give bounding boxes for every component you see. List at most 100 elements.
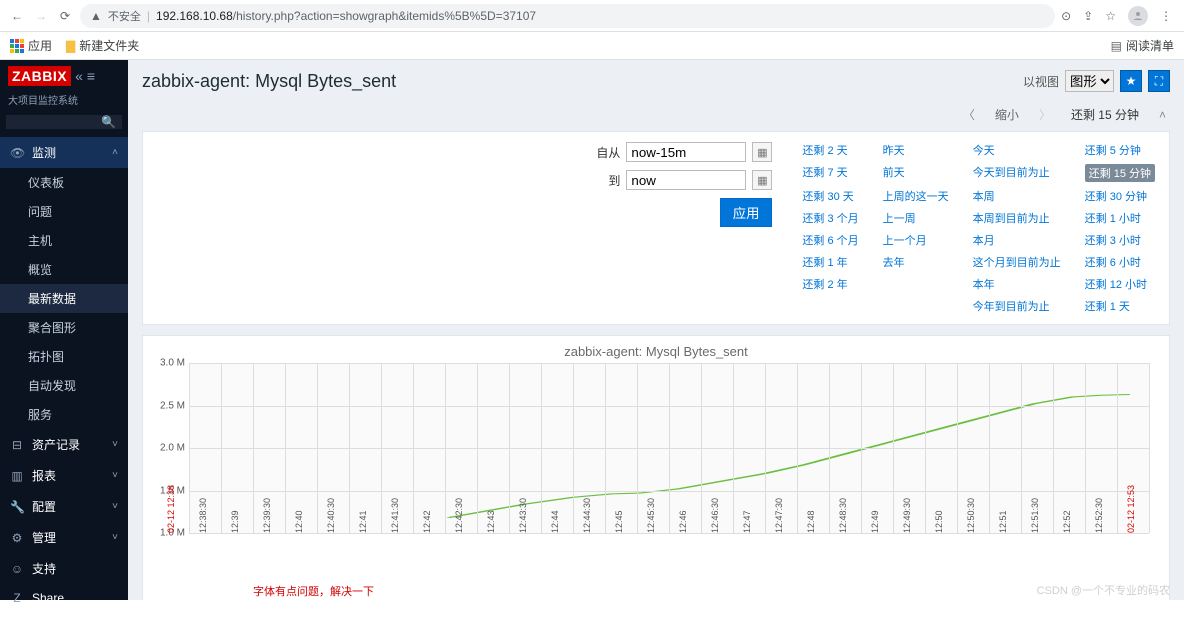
preset-link[interactable]: 还剩 1 年 [802,254,858,270]
preset-link[interactable]: 本周 [973,188,1061,204]
menu-icon[interactable]: ⋮ [1160,9,1172,23]
annotation-text: 字体有点问题，解决一下 [253,583,1159,599]
preset-link[interactable]: 还剩 12 小时 [1085,276,1155,292]
sidebar-item-4[interactable]: 最新数据 [0,284,128,313]
preset-link[interactable]: 还剩 5 分钟 [1085,142,1155,158]
preset-link[interactable]: 还剩 1 小时 [1085,210,1155,226]
chevron-up-icon: ˄ [112,147,118,158]
preset-link[interactable]: 还剩 15 分钟 [1085,164,1155,182]
sidebar-item-6[interactable]: 拓扑图 [0,342,128,371]
sidebar-item-5[interactable]: 聚合图形 [0,313,128,342]
sidebar-item-7[interactable]: 自动发现 [0,371,128,400]
sidebar-item-1[interactable]: 问题 [0,197,128,226]
preset-link[interactable]: 还剩 6 个月 [802,232,858,248]
profile-avatar[interactable] [1128,6,1148,26]
chart-container: zabbix-agent: Mysql Bytes_sent 1.0 M1.5 … [142,335,1170,600]
to-label: 到 [594,172,620,189]
view-as-select[interactable]: 图形 [1065,70,1114,92]
remaining-label: 还剩 15 分钟 [1071,106,1139,123]
preset-link[interactable]: 今天到目前为止 [973,164,1061,182]
sidebar-sec-report[interactable]: ▥报表˅ [0,460,128,491]
sidebar-subtitle: 大项目监控系统 [0,92,128,111]
apply-button[interactable]: 应用 [720,198,773,227]
preset-link[interactable]: 还剩 3 小时 [1085,232,1155,248]
sidebar: ZABBIX « ≡ 大项目监控系统 🔍 👁监测˄ 仪表板问题主机概览最新数据聚… [0,60,128,600]
preset-link[interactable]: 还剩 2 天 [802,142,858,158]
preset-link[interactable]: 上一个月 [883,232,949,248]
preset-link[interactable]: 这个月到目前为止 [973,254,1061,270]
security-text: 不安全 [108,8,141,24]
preset-link[interactable]: 本年 [973,276,1061,292]
preset-link[interactable]: 昨天 [883,142,949,158]
apps-grid-icon [10,39,24,53]
preset-link[interactable]: 还剩 7 天 [802,164,858,182]
reload-icon[interactable]: ⟳ [56,7,74,25]
preset-link[interactable]: 去年 [883,254,949,270]
sidebar-sec-config[interactable]: 🔧配置˅ [0,491,128,522]
zoom-out-link[interactable]: 缩小 [995,106,1019,123]
preset-link[interactable]: 上周的这一天 [883,188,949,204]
chart-icon: ▥ [10,469,24,483]
share-z-icon: Z [10,591,24,605]
sidebar-sec-asset[interactable]: ⊟资产记录˅ [0,429,128,460]
sidebar-item-3[interactable]: 概览 [0,255,128,284]
preset-link[interactable]: 还剩 30 天 [802,188,858,204]
sidebar-collapse-icon[interactable]: « [75,68,83,84]
next-page-icon[interactable]: 〉 [1039,106,1051,123]
sidebar-menu-icon[interactable]: ≡ [87,68,95,84]
list-icon: ⊟ [10,438,24,452]
url-text: 192.168.10.68/history.php?action=showgra… [156,9,536,23]
gear-icon: ⚙ [10,531,24,545]
sidebar-sec-admin[interactable]: ⚙管理˅ [0,522,128,553]
chevron-down-icon: ˅ [112,470,118,481]
preset-link[interactable]: 本周到目前为止 [973,210,1061,226]
sidebar-search[interactable]: 🔍 [6,115,122,129]
forward-icon[interactable]: → [32,7,50,25]
preset-link[interactable]: 今天 [973,142,1061,158]
preset-link[interactable]: 本月 [973,232,1061,248]
preset-link[interactable]: 前天 [883,164,949,182]
from-label: 自从 [594,144,620,161]
chart-title: zabbix-agent: Mysql Bytes_sent [153,344,1159,363]
from-calendar-icon[interactable]: ▦ [752,142,772,162]
preset-link[interactable]: 还剩 1 天 [1085,298,1155,314]
preset-link[interactable]: 还剩 2 年 [802,276,858,292]
to-calendar-icon[interactable]: ▦ [752,170,772,190]
to-input[interactable] [626,170,746,190]
y-tick: 2.5 M [160,400,185,411]
from-input[interactable] [626,142,746,162]
prev-page-icon[interactable]: 〈 [963,106,975,123]
preset-link[interactable]: 还剩 3 个月 [802,210,858,226]
sidebar-item-0[interactable]: 仪表板 [0,168,128,197]
preset-link[interactable]: 还剩 6 小时 [1085,254,1155,270]
zabbix-logo[interactable]: ZABBIX [8,66,71,86]
watermark: CSDN @一个不专业的码农 [1037,582,1170,598]
back-icon[interactable]: ← [8,7,26,25]
support-icon: ☺ [10,562,24,576]
bookmark-apps[interactable]: 应用 [10,37,52,54]
chevron-up-icon[interactable]: ˄ [1159,108,1166,122]
sidebar-share[interactable]: ZShare [0,584,128,612]
reading-list[interactable]: ▤阅读清单 [1111,37,1174,54]
fullscreen-button[interactable]: ⛶ [1148,70,1170,92]
y-tick: 2.0 M [160,443,185,454]
preset-link[interactable]: 还剩 30 分钟 [1085,188,1155,204]
bookmarks-bar: 应用 ▇新建文件夹 ▤阅读清单 [0,32,1184,60]
sidebar-item-2[interactable]: 主机 [0,226,128,255]
lock-warning-icon: ▲ [90,9,102,23]
time-filter-panel: 自从 ▦ 到 ▦ 应用 还剩 2 天 昨天 今天 还剩 5 分钟还剩 7 天 前天 今天到… [142,131,1170,325]
favorite-button[interactable]: ★ [1120,70,1142,92]
share-icon[interactable]: ⇪ [1083,9,1093,23]
sidebar-support[interactable]: ☺支持 [0,553,128,584]
sidebar-item-8[interactable]: 服务 [0,400,128,429]
star-icon[interactable]: ☆ [1105,9,1116,23]
bookmark-folder[interactable]: ▇新建文件夹 [66,37,139,54]
eye-icon: 👁 [10,146,24,160]
preset-link[interactable]: 今年到目前为止 [973,298,1061,314]
address-bar[interactable]: ▲ 不安全 | 192.168.10.68/history.php?action… [80,4,1055,28]
view-as-label: 以视图 [1023,73,1059,90]
preset-link[interactable]: 上一周 [883,210,949,226]
search-icon[interactable]: ⊙ [1061,9,1071,23]
sidebar-sec-monitor[interactable]: 👁监测˄ [0,137,128,168]
chevron-down-icon: ˅ [112,501,118,512]
